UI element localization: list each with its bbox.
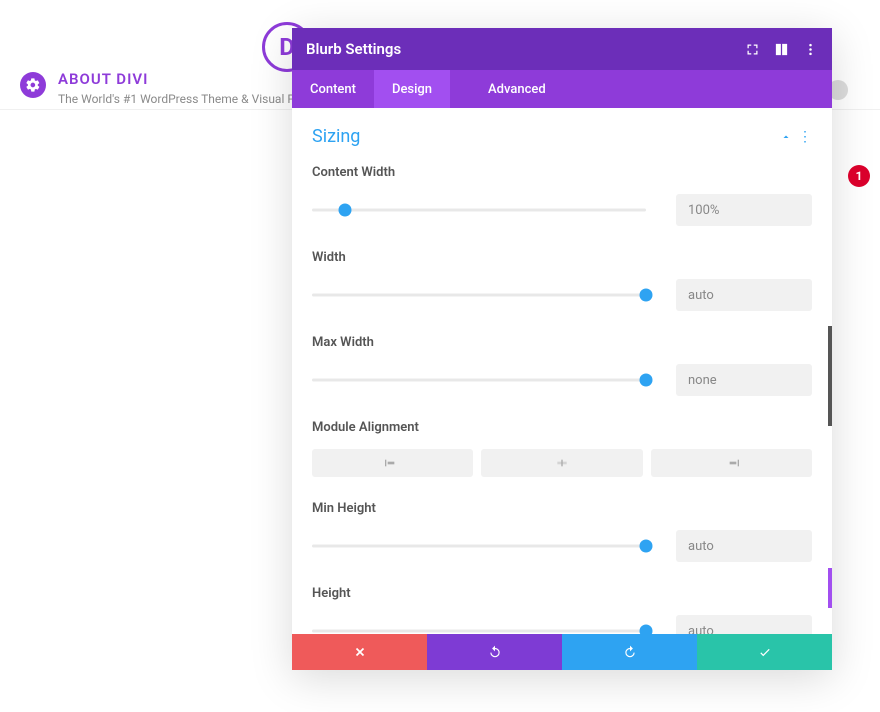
gear-icon bbox=[20, 72, 46, 98]
field-label: Max Width bbox=[312, 335, 812, 350]
field-max-width: Max Width none bbox=[312, 335, 812, 396]
modal-header: Blurb Settings bbox=[292, 28, 832, 70]
field-label: Content Width bbox=[312, 165, 812, 180]
max-width-input[interactable]: none bbox=[676, 364, 812, 396]
tab-design[interactable]: Design bbox=[374, 70, 450, 108]
chevron-up-icon[interactable] bbox=[780, 131, 792, 143]
field-min-height: Min Height auto bbox=[312, 501, 812, 562]
content-width-slider[interactable] bbox=[312, 208, 646, 212]
columns-icon[interactable] bbox=[774, 42, 789, 57]
cancel-button[interactable] bbox=[292, 634, 427, 670]
save-button[interactable] bbox=[697, 634, 832, 670]
width-slider[interactable] bbox=[312, 293, 646, 297]
align-right-button[interactable] bbox=[651, 449, 812, 477]
field-module-alignment: Module Alignment bbox=[312, 420, 812, 477]
field-height: Height auto bbox=[312, 586, 812, 634]
min-height-slider[interactable] bbox=[312, 544, 646, 548]
modal-body: Sizing ⋮ Content Width 100% Width bbox=[292, 108, 832, 634]
field-label: Height bbox=[312, 586, 812, 601]
kebab-icon[interactable]: ⋮ bbox=[798, 129, 812, 145]
tab-bar: Content Design Advanced bbox=[292, 70, 832, 108]
content-width-input[interactable]: 100% bbox=[676, 194, 812, 226]
align-left-button[interactable] bbox=[312, 449, 473, 477]
undo-button[interactable] bbox=[427, 634, 562, 670]
field-content-width: Content Width 100% bbox=[312, 165, 812, 226]
kebab-icon[interactable] bbox=[803, 42, 818, 57]
field-label: Width bbox=[312, 250, 812, 265]
field-width: Width auto bbox=[312, 250, 812, 311]
modal-footer bbox=[292, 634, 832, 670]
expand-icon[interactable] bbox=[745, 42, 760, 57]
field-label: Module Alignment bbox=[312, 420, 812, 435]
width-input[interactable]: auto bbox=[676, 279, 812, 311]
scroll-indicator-accent bbox=[828, 568, 832, 608]
align-center-button[interactable] bbox=[481, 449, 642, 477]
scroll-indicator bbox=[828, 326, 832, 426]
height-input[interactable]: auto bbox=[676, 615, 812, 634]
field-label: Min Height bbox=[312, 501, 812, 516]
height-slider[interactable] bbox=[312, 629, 646, 633]
modal-title: Blurb Settings bbox=[306, 40, 401, 58]
section-title: Sizing bbox=[312, 126, 360, 147]
max-width-slider[interactable] bbox=[312, 378, 646, 382]
settings-modal: Blurb Settings Content Design Advanced S… bbox=[292, 28, 832, 670]
tab-content[interactable]: Content bbox=[292, 70, 374, 108]
section-sizing-header[interactable]: Sizing ⋮ bbox=[312, 126, 812, 147]
min-height-input[interactable]: auto bbox=[676, 530, 812, 562]
redo-button[interactable] bbox=[562, 634, 697, 670]
tab-advanced[interactable]: Advanced bbox=[470, 70, 564, 108]
annotation-badge: 1 bbox=[848, 165, 870, 187]
